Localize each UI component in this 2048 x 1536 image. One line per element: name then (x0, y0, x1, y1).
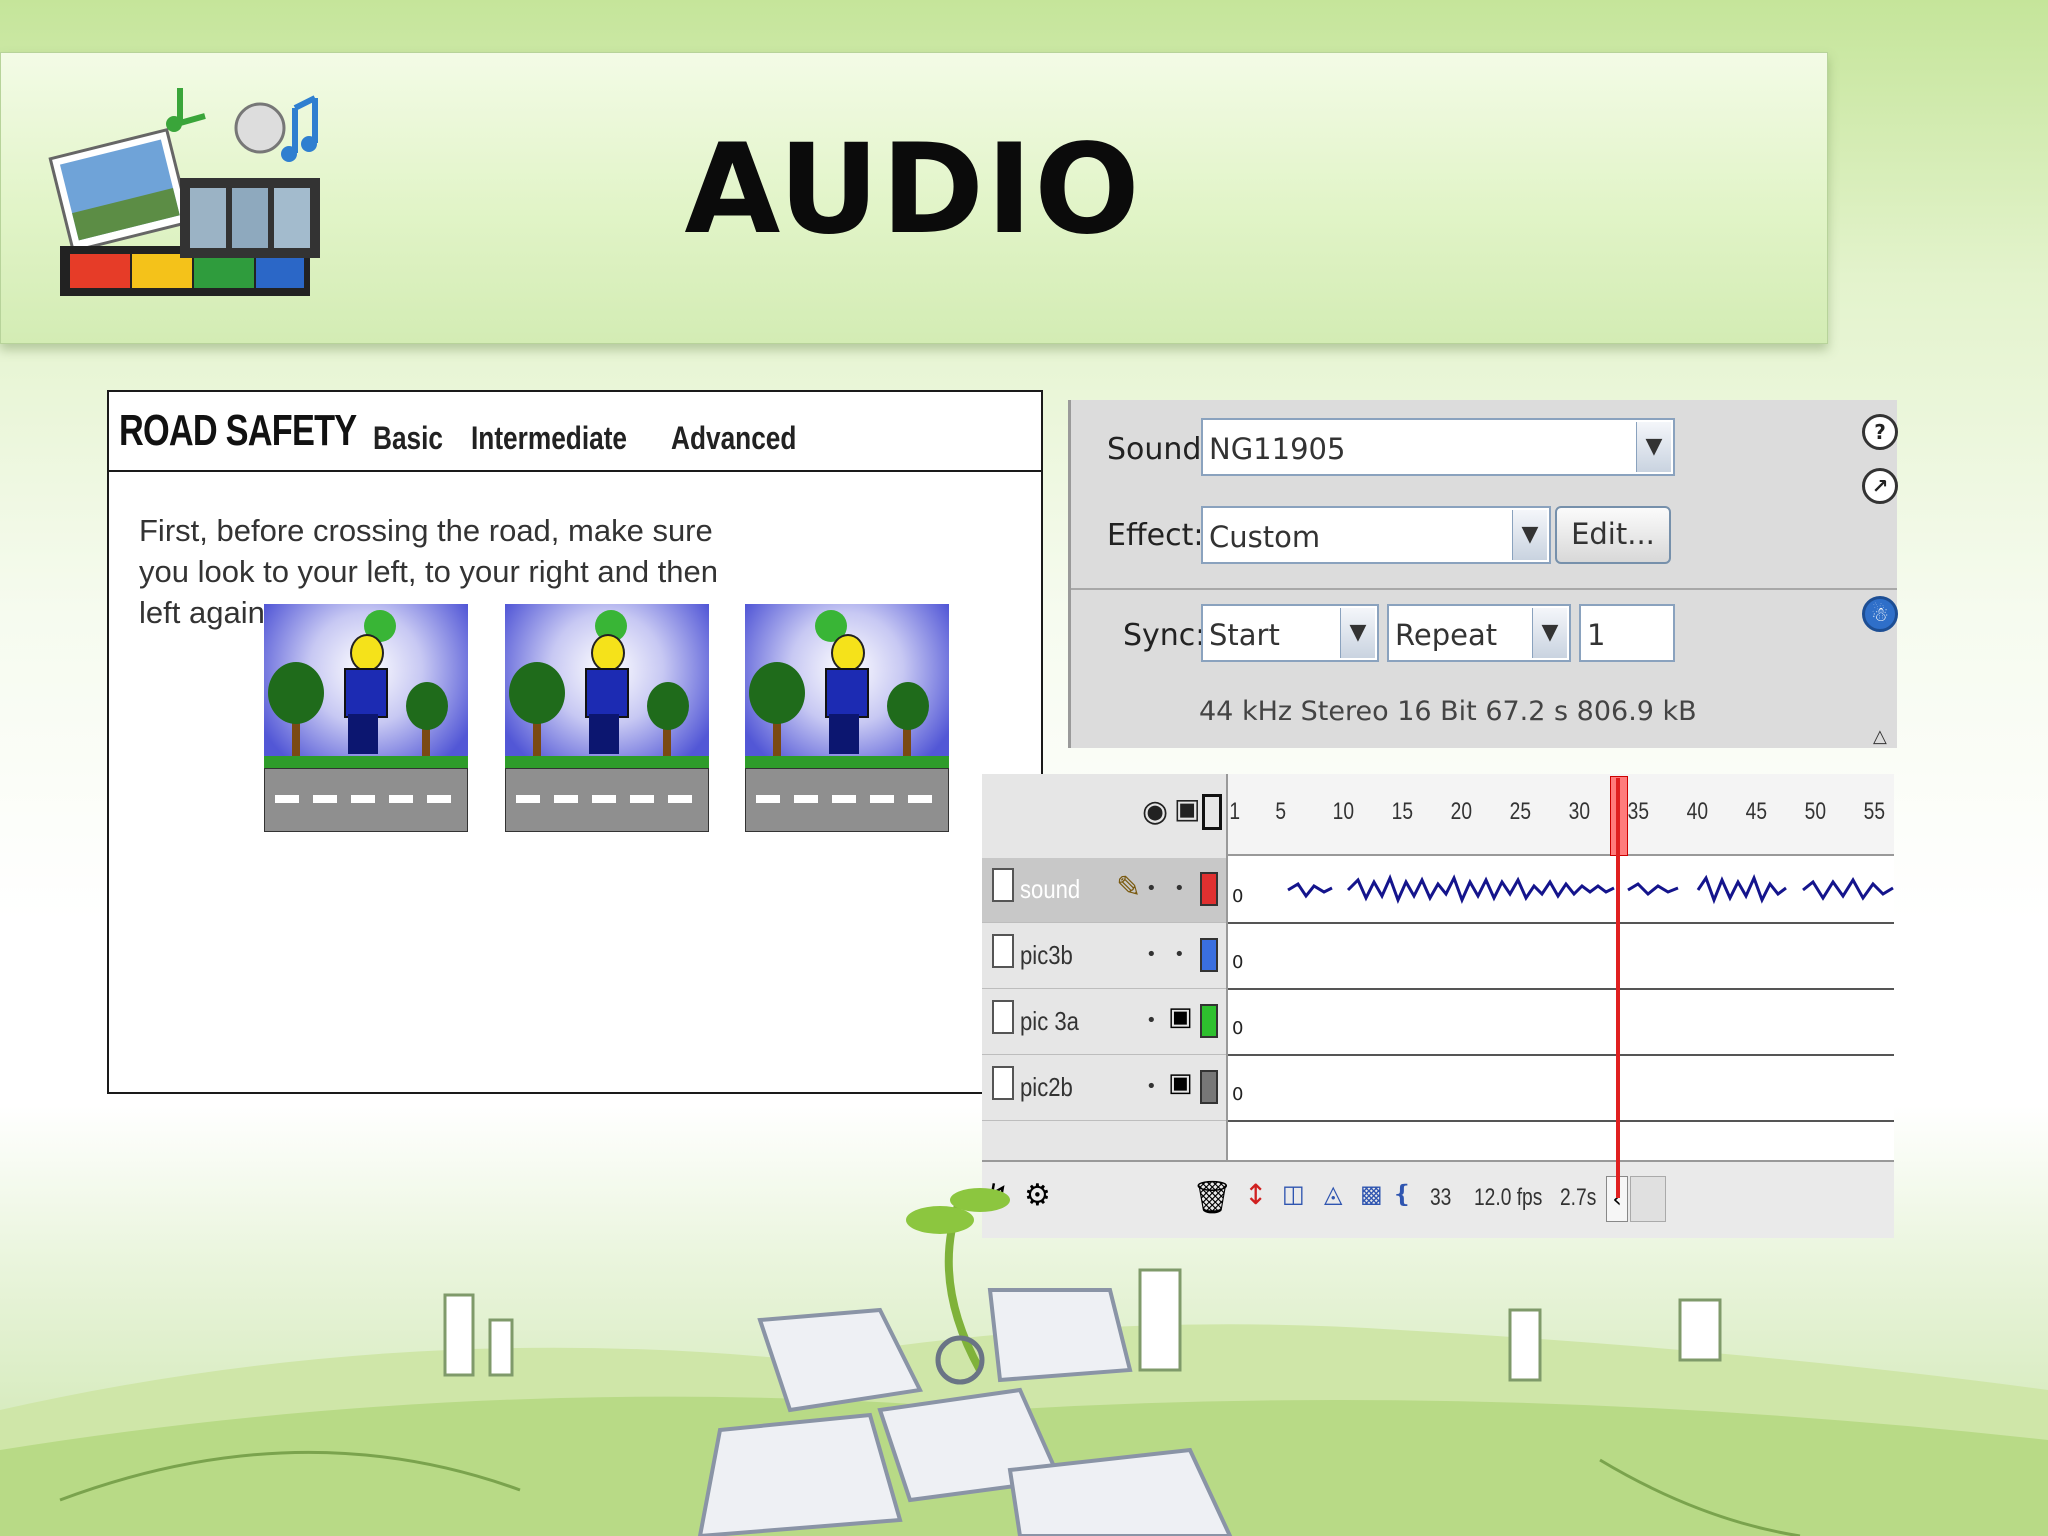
layer-name: pic3b (1020, 940, 1073, 970)
visibility-dot[interactable]: • (1146, 878, 1157, 899)
layer-name: sound (1020, 874, 1081, 904)
nav-intermediate[interactable]: Intermediate (471, 420, 627, 457)
scene-image-3 (745, 604, 949, 834)
repeat-select[interactable]: Repeat ▼ (1387, 604, 1571, 662)
sync-label: Sync: (1123, 618, 1206, 653)
scene-image-2 (505, 604, 709, 834)
ruler-tick: 40 (1686, 798, 1709, 825)
ruler-tick: 35 (1627, 798, 1650, 825)
repeat-count: 1 (1587, 618, 1606, 652)
keyframe-label: 0 (1232, 952, 1244, 973)
layer-icon (992, 934, 1014, 968)
repeat-count-input[interactable]: 1 (1579, 604, 1675, 662)
sound-properties-panel: Sound: NG11905 ▼ Effect: Custom ▼ Edit..… (1068, 400, 1898, 748)
layer-icon (992, 1066, 1014, 1100)
layer-name: pic 3a (1020, 1006, 1079, 1036)
ruler-tick: 50 (1804, 798, 1827, 825)
ruler-tick: 5 (1275, 798, 1287, 825)
ruler-tick: 30 (1568, 798, 1591, 825)
frames-pic3a[interactable]: 0 (1228, 990, 1894, 1056)
effect-value: Custom (1209, 520, 1321, 554)
layer-icon (992, 868, 1014, 902)
sound-waveform (1287, 873, 1894, 905)
layer-name: pic2b (1020, 1072, 1073, 1102)
layer-pic3a[interactable]: pic 3a • ▣ (982, 990, 1226, 1055)
layer-color-swatch[interactable] (1200, 1004, 1218, 1038)
divider (1071, 588, 1897, 590)
sound-label: Sound: (1107, 432, 1212, 467)
layer-pic2b[interactable]: pic2b • ▣ (982, 1056, 1226, 1121)
road-safety-panel: ROAD SAFETY Basic Intermediate Advanced … (107, 390, 1043, 1094)
chevron-down-icon[interactable]: ▼ (1532, 608, 1567, 658)
visibility-dot[interactable]: • (1146, 1010, 1157, 1031)
layer-pic3b[interactable]: pic3b • • (982, 924, 1226, 989)
layer-color-swatch[interactable] (1200, 1070, 1218, 1104)
layer-sound[interactable]: sound ✎ • • (982, 858, 1226, 923)
lock-icon[interactable]: ▣ (1174, 792, 1200, 825)
outline-icon[interactable] (1202, 794, 1222, 830)
sound-select[interactable]: NG11905 ▼ (1201, 418, 1675, 476)
visibility-dot[interactable]: • (1146, 944, 1157, 965)
page-title: AUDIO (684, 118, 1142, 262)
nav-basic[interactable]: Basic (373, 420, 443, 457)
ruler-tick: 10 (1332, 798, 1355, 825)
layer-icon (992, 1000, 1014, 1034)
keyframe-label: 0 (1232, 1084, 1244, 1105)
road-safety-title: ROAD SAFETY (119, 406, 357, 455)
ruler-tick: 1 (1229, 798, 1241, 825)
chevron-down-icon[interactable]: ▼ (1512, 510, 1547, 560)
external-link-icon[interactable]: ↗ (1862, 468, 1898, 504)
chevron-down-icon[interactable]: ▼ (1340, 608, 1375, 658)
pencil-icon: ✎ (1116, 870, 1142, 905)
layer-color-swatch[interactable] (1200, 872, 1218, 906)
lock-dot[interactable]: • (1174, 944, 1185, 965)
ruler-tick: 20 (1450, 798, 1473, 825)
sound-info: 44 kHz Stereo 16 Bit 67.2 s 806.9 kB (1199, 696, 1697, 727)
frames-pic2b[interactable]: 0 (1228, 1056, 1894, 1122)
accessibility-icon[interactable]: ☃ (1862, 596, 1898, 632)
nav-advanced[interactable]: Advanced (671, 420, 796, 457)
repeat-value: Repeat (1395, 618, 1498, 652)
ruler-tick: 15 (1391, 798, 1414, 825)
sync-value: Start (1209, 618, 1280, 652)
ruler-tick: 25 (1509, 798, 1532, 825)
eye-icon[interactable]: ◉ (1142, 794, 1168, 829)
landscape-illustration (0, 1188, 2048, 1536)
road-safety-header: ROAD SAFETY Basic Intermediate Advanced (109, 392, 1041, 472)
scene-image-1 (264, 604, 468, 834)
lock-icon[interactable]: ▣ (1168, 1002, 1193, 1032)
sync-select[interactable]: Start ▼ (1201, 604, 1379, 662)
lock-dot[interactable]: • (1174, 878, 1185, 899)
chevron-down-icon[interactable]: ▼ (1636, 422, 1671, 472)
frames-pic3b[interactable]: 0 (1228, 924, 1894, 990)
ruler-tick: 55 (1863, 798, 1886, 825)
layer-color-swatch[interactable] (1200, 938, 1218, 972)
lock-icon[interactable]: ▣ (1168, 1068, 1193, 1098)
collapse-icon[interactable]: △ (1873, 726, 1887, 747)
sound-value: NG11905 (1209, 432, 1346, 466)
playhead[interactable] (1616, 778, 1620, 1198)
edit-button[interactable]: Edit... (1555, 506, 1671, 564)
help-icon[interactable]: ? (1862, 414, 1898, 450)
effect-select[interactable]: Custom ▼ (1201, 506, 1551, 564)
ruler-tick: 45 (1745, 798, 1768, 825)
effect-label: Effect: (1107, 518, 1204, 553)
frame-ruler[interactable]: 1 5 10 15 20 25 30 35 40 45 50 55 (1228, 774, 1894, 856)
frames-sound[interactable]: 0 (1228, 858, 1894, 924)
visibility-dot[interactable]: • (1146, 1076, 1157, 1097)
keyframe-label: 0 (1232, 1018, 1244, 1039)
